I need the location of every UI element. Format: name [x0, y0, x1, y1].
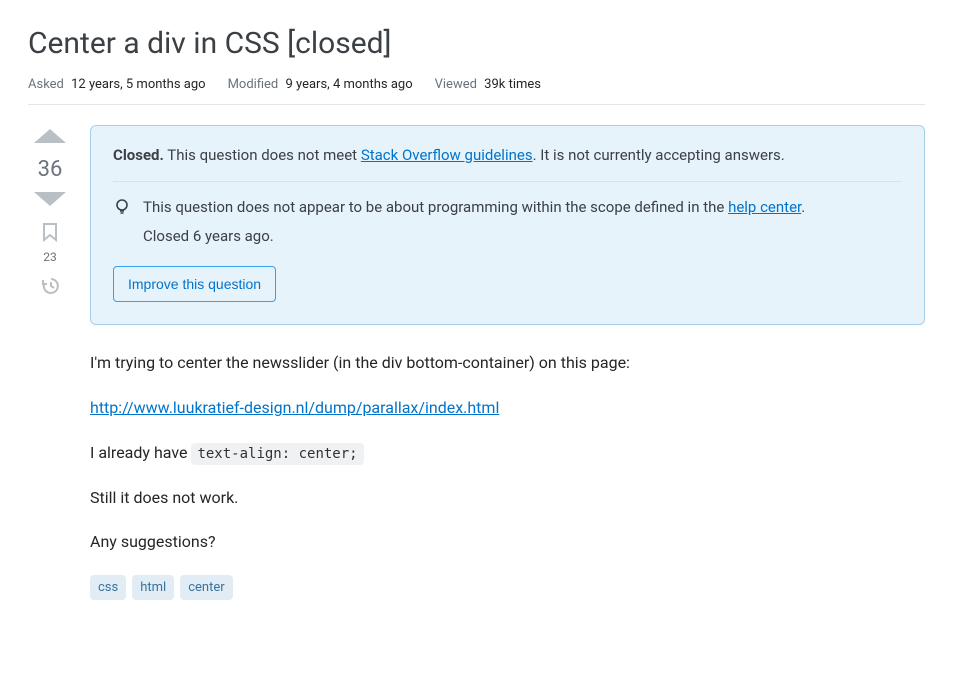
detail-after-link: .: [801, 198, 805, 216]
closed-notice: Closed. This question does not meet Stac…: [90, 125, 925, 326]
meta-asked-label: Asked: [28, 77, 64, 92]
body-p3: Still it does not work.: [90, 486, 925, 511]
bookmark-icon: [42, 222, 58, 242]
meta-viewed: Viewed 39k times: [435, 77, 541, 92]
tag-center[interactable]: center: [180, 575, 232, 600]
bookmark-button[interactable]: [42, 222, 58, 246]
guidelines-link[interactable]: Stack Overflow guidelines: [361, 146, 533, 164]
body-p2: I already have text-align: center;: [90, 441, 925, 466]
vote-column: 36 23: [28, 125, 72, 601]
downvote-button[interactable]: [32, 190, 68, 214]
body-link[interactable]: http://www.luukratief-design.nl/dump/par…: [90, 398, 499, 417]
body-p2-code: text-align: center;: [191, 443, 363, 465]
question-title: Center a div in CSS [closed]: [28, 24, 925, 65]
history-icon: [40, 276, 60, 296]
meta-row: Asked 12 years, 5 months ago Modified 9 …: [28, 77, 925, 105]
closed-text-after: . It is not currently accepting answers.: [533, 146, 785, 164]
question-body: I'm trying to center the newsslider (in …: [90, 351, 925, 555]
downvote-icon: [32, 190, 68, 210]
closed-ago: Closed 6 years ago.: [143, 225, 805, 248]
meta-modified-label: Modified: [228, 77, 279, 92]
vote-score: 36: [38, 157, 63, 182]
body-p4: Any suggestions?: [90, 530, 925, 555]
meta-asked: Asked 12 years, 5 months ago: [28, 77, 206, 92]
closed-strong: Closed.: [113, 146, 164, 164]
improve-question-button[interactable]: Improve this question: [113, 266, 276, 302]
meta-viewed-value: 39k times: [484, 77, 541, 92]
tag-css[interactable]: css: [90, 575, 126, 600]
meta-modified: Modified 9 years, 4 months ago: [228, 77, 413, 92]
meta-modified-value: 9 years, 4 months ago: [285, 77, 412, 92]
lightbulb-icon: [113, 198, 131, 223]
body-p2-before: I already have: [90, 443, 191, 462]
closed-text-before: This question does not meet: [164, 146, 361, 164]
post-body: Closed. This question does not meet Stac…: [90, 125, 925, 601]
closed-summary: Closed. This question does not meet Stac…: [113, 144, 902, 182]
meta-viewed-label: Viewed: [435, 77, 477, 92]
bookmark-count: 23: [43, 250, 57, 264]
meta-asked-value: 12 years, 5 months ago: [71, 77, 205, 92]
tags: css html center: [90, 575, 925, 600]
upvote-button[interactable]: [32, 125, 68, 149]
help-center-link[interactable]: help center: [728, 198, 801, 216]
detail-before-link: This question does not appear to be abou…: [143, 198, 728, 216]
upvote-icon: [32, 125, 68, 145]
post-layout: 36 23 Closed. This question does not mee…: [28, 125, 925, 601]
timeline-button[interactable]: [40, 276, 60, 300]
closed-detail: This question does not appear to be abou…: [113, 196, 902, 249]
body-p1: I'm trying to center the newsslider (in …: [90, 351, 925, 376]
tag-html[interactable]: html: [132, 575, 174, 600]
